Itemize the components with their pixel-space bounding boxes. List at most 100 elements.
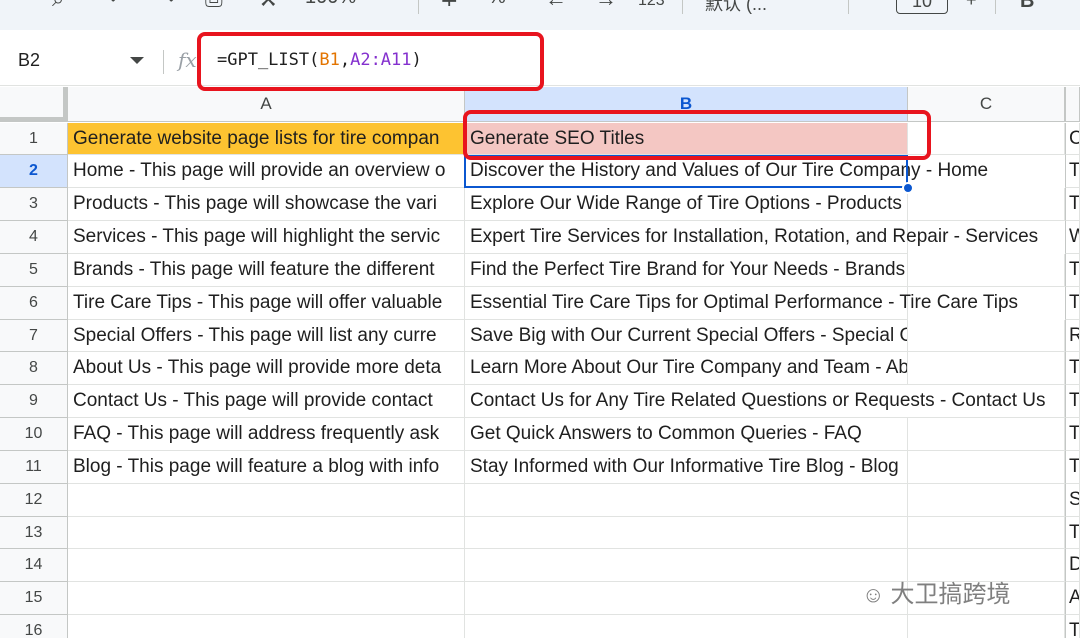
- formula-input[interactable]: =GPT_LIST(B1,A2:A11): [217, 50, 422, 70]
- cell-d7[interactable]: R: [1065, 320, 1080, 352]
- cell-b16[interactable]: [465, 615, 908, 638]
- cell-c8[interactable]: [908, 352, 1065, 385]
- cell-b13[interactable]: [465, 517, 908, 549]
- cell-b2[interactable]: Discover the History and Values of Our T…: [465, 155, 988, 188]
- column-header-b[interactable]: B: [465, 87, 908, 122]
- row-header-2[interactable]: 2: [0, 155, 68, 188]
- fill-handle[interactable]: [902, 182, 914, 194]
- cell-a3[interactable]: Products - This page will showcase the v…: [68, 188, 465, 221]
- cell-d15[interactable]: A: [1065, 582, 1080, 615]
- cell-c10[interactable]: [908, 418, 1065, 451]
- row-header-4[interactable]: 4: [0, 221, 68, 254]
- cell-b14[interactable]: [465, 549, 908, 582]
- row-header-1[interactable]: 1: [0, 123, 68, 155]
- cell-d11[interactable]: T: [1065, 451, 1080, 484]
- cell-c16[interactable]: [908, 615, 1065, 638]
- cell-b12[interactable]: [465, 484, 908, 517]
- row-header-10[interactable]: 10: [0, 418, 68, 451]
- cell-b7[interactable]: Save Big with Our Current Special Offers…: [465, 320, 908, 352]
- cell-b8[interactable]: Learn More About Our Tire Company and Te…: [465, 352, 908, 385]
- cell-a4[interactable]: Services - This page will highlight the …: [68, 221, 465, 254]
- cell-d1[interactable]: C: [1065, 123, 1080, 155]
- row-header-7[interactable]: 7: [0, 320, 68, 352]
- cell-b15[interactable]: [465, 582, 908, 615]
- cell-d13[interactable]: T: [1065, 517, 1080, 549]
- cell-c3[interactable]: [908, 188, 1065, 221]
- cell-a2[interactable]: Home - This page will provide an overvie…: [68, 155, 465, 188]
- cell-a12[interactable]: [68, 484, 465, 517]
- cell-b11[interactable]: Stay Informed with Our Informative Tire …: [465, 451, 908, 484]
- column-header-c[interactable]: C: [908, 87, 1065, 122]
- undo-icon[interactable]: ↶: [108, 0, 126, 12]
- currency-icon[interactable]: ∓: [440, 0, 458, 12]
- cell-d3[interactable]: T: [1065, 188, 1080, 221]
- row-header-5[interactable]: 5: [0, 254, 68, 287]
- cell-d4[interactable]: W: [1065, 221, 1080, 254]
- cell-d2[interactable]: T: [1065, 155, 1080, 188]
- cell-d14[interactable]: D: [1065, 549, 1080, 582]
- cell-a16[interactable]: [68, 615, 465, 638]
- font-size-input[interactable]: 10: [896, 0, 948, 14]
- cell-d5[interactable]: T: [1065, 254, 1080, 287]
- cell-d8[interactable]: T: [1065, 352, 1080, 385]
- paint-format-icon[interactable]: ⚒: [258, 0, 278, 12]
- row-header-16[interactable]: 16: [0, 615, 68, 638]
- increase-decimal-icon[interactable]: →: [595, 0, 617, 12]
- formula-bar: B2 fx =GPT_LIST(B1,A2:A11): [0, 38, 1080, 86]
- cell-d12[interactable]: S: [1065, 484, 1080, 517]
- formula-ref-b1: B1: [319, 50, 340, 70]
- percent-format-button[interactable]: %: [488, 0, 506, 9]
- cell-a7[interactable]: Special Offers - This page will list any…: [68, 320, 465, 352]
- cell-c12[interactable]: [908, 484, 1065, 517]
- decrease-decimal-icon[interactable]: ←: [545, 0, 567, 12]
- cell-c13[interactable]: [908, 517, 1065, 549]
- cell-c7[interactable]: [908, 320, 1065, 352]
- cell-b5[interactable]: Find the Perfect Tire Brand for Your Nee…: [465, 254, 908, 287]
- cell-a13[interactable]: [68, 517, 465, 549]
- cell-c1[interactable]: [908, 123, 1065, 155]
- cell-a11[interactable]: Blog - This page will feature a blog wit…: [68, 451, 465, 484]
- row-header-6[interactable]: 6: [0, 287, 68, 320]
- font-select[interactable]: 默认 (...: [705, 0, 767, 16]
- cell-a6[interactable]: Tire Care Tips - This page will offer va…: [68, 287, 465, 320]
- column-header-d[interactable]: [1065, 87, 1080, 122]
- cell-d6[interactable]: T: [1065, 287, 1080, 320]
- cell-b9[interactable]: Contact Us for Any Tire Related Question…: [465, 385, 1065, 418]
- bold-button[interactable]: B: [1020, 0, 1034, 13]
- row-header-8[interactable]: 8: [0, 352, 68, 385]
- column-header-a[interactable]: A: [68, 87, 465, 122]
- chevron-down-icon[interactable]: [130, 57, 144, 64]
- row-header-12[interactable]: 12: [0, 484, 68, 517]
- cell-b6[interactable]: Essential Tire Care Tips for Optimal Per…: [465, 287, 1018, 320]
- cell-b4[interactable]: Expert Tire Services for Installation, R…: [465, 221, 1038, 254]
- cell-a5[interactable]: Brands - This page will feature the diff…: [68, 254, 465, 287]
- name-box[interactable]: B2: [18, 50, 40, 71]
- cell-c11[interactable]: [908, 451, 1065, 484]
- cell-c5[interactable]: [908, 254, 1065, 287]
- row-header-9[interactable]: 9: [0, 385, 68, 418]
- select-all-corner[interactable]: [0, 87, 68, 122]
- cell-a15[interactable]: [68, 582, 465, 615]
- redo-icon[interactable]: ↷: [158, 0, 176, 12]
- cell-d10[interactable]: T: [1065, 418, 1080, 451]
- cell-a14[interactable]: [68, 549, 465, 582]
- search-icon[interactable]: ⌕: [52, 0, 64, 12]
- row-header-11[interactable]: 11: [0, 451, 68, 484]
- cell-b1[interactable]: Generate SEO Titles: [465, 123, 908, 155]
- cell-a8[interactable]: About Us - This page will provide more d…: [68, 352, 465, 385]
- cell-a10[interactable]: FAQ - This page will address frequently …: [68, 418, 465, 451]
- cell-d16[interactable]: T: [1065, 615, 1080, 638]
- cell-b3[interactable]: Explore Our Wide Range of Tire Options -…: [465, 188, 908, 221]
- row-header-3[interactable]: 3: [0, 188, 68, 221]
- row-header-15[interactable]: 15: [0, 582, 68, 615]
- increase-font-size-button[interactable]: +: [966, 0, 977, 11]
- cell-a9[interactable]: Contact Us - This page will provide cont…: [68, 385, 465, 418]
- cell-d9[interactable]: T: [1065, 385, 1080, 418]
- cell-b10[interactable]: Get Quick Answers to Common Queries - FA…: [465, 418, 908, 451]
- cell-a1[interactable]: Generate website page lists for tire com…: [68, 123, 465, 155]
- row-header-13[interactable]: 13: [0, 517, 68, 549]
- print-icon[interactable]: ⎙: [205, 0, 223, 12]
- row-header-14[interactable]: 14: [0, 549, 68, 582]
- number-format-button[interactable]: 123: [638, 0, 665, 10]
- zoom-select[interactable]: 100%: [305, 0, 356, 9]
